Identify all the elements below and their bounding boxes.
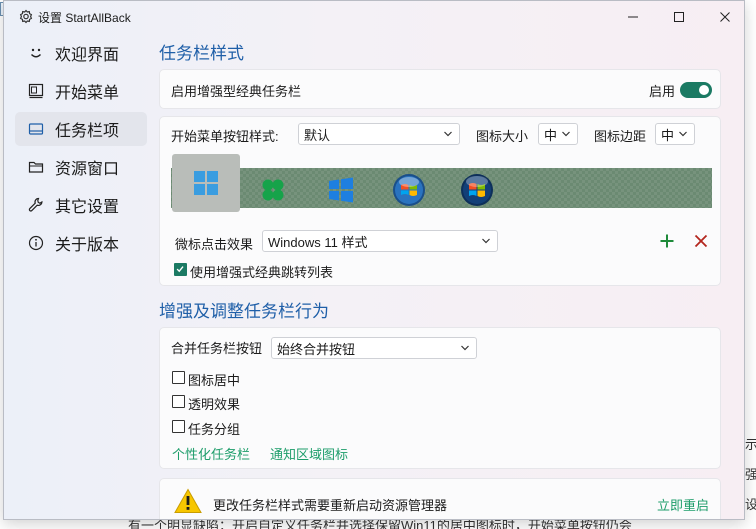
chevron-down-icon xyxy=(461,345,469,351)
maximize-button[interactable] xyxy=(656,1,702,33)
grouping-checkbox[interactable] xyxy=(172,420,185,433)
icon-margin-label: 图标边距 xyxy=(594,129,647,144)
background-char: 示 xyxy=(745,437,756,452)
center-icons-checkbox[interactable] xyxy=(172,371,185,384)
sidebar-item-label: 关于版本 xyxy=(55,237,120,254)
start-orb-option-win7[interactable] xyxy=(375,168,443,212)
sidebar-item-label: 欢迎界面 xyxy=(55,47,120,64)
close-button[interactable] xyxy=(702,1,744,33)
start-orb-option-vista[interactable] xyxy=(443,168,511,212)
window-title: 设置 StartAllBack xyxy=(38,11,131,25)
start-orb-option-win10[interactable] xyxy=(307,168,375,212)
sidebar-item-about[interactable]: 关于版本 xyxy=(15,226,147,260)
chevron-down-icon xyxy=(482,238,490,244)
click-effect-label: 微标点击效果 xyxy=(175,237,254,252)
start-orb-option-win11[interactable] xyxy=(172,154,240,212)
icon-size-label: 图标大小 xyxy=(476,129,529,144)
chevron-down-icon xyxy=(444,131,452,137)
chevron-down-icon xyxy=(679,131,687,137)
start-menu-icon xyxy=(27,82,45,100)
start-orb-option-clover[interactable] xyxy=(239,168,307,212)
restart-notice-card: 更改任务栏样式需要重新启动资源管理器 立即重启 xyxy=(159,478,721,519)
background-article-side: 示 强 设 xyxy=(745,430,756,520)
combine-buttons-label: 合并任务栏按钮 xyxy=(171,341,263,356)
icon-size-select[interactable]: 中 xyxy=(538,123,578,145)
taskbar-behavior-card: 合并任务栏按钮 始终合并按钮 图标居中 透明效果 任务分组 个性化任务栏 通知区… xyxy=(159,327,721,469)
combine-buttons-value: 始终合并按钮 xyxy=(277,341,356,357)
clover-logo-icon xyxy=(262,179,284,201)
sidebar-item-other-settings[interactable]: 其它设置 xyxy=(15,188,147,222)
enhanced-taskbar-toggle[interactable] xyxy=(680,82,712,98)
sidebar-item-label: 开始菜单 xyxy=(55,85,120,102)
add-icon[interactable] xyxy=(659,233,675,249)
settings-app-icon xyxy=(19,9,33,24)
sidebar-item-taskbar[interactable]: 任务栏项 xyxy=(15,112,147,146)
toggle-knob xyxy=(699,85,709,95)
win10-logo-icon xyxy=(329,177,353,203)
click-effect-value: Windows 11 样式 xyxy=(268,234,368,250)
background-char: 设 xyxy=(745,497,756,512)
restart-notice-text: 更改任务栏样式需要重新启动资源管理器 xyxy=(213,498,448,513)
start-button-style-label: 开始菜单按钮样式: xyxy=(171,129,279,144)
sidebar-item-label: 其它设置 xyxy=(55,199,120,216)
sidebar-item-explorer[interactable]: 资源窗口 xyxy=(15,150,147,184)
start-button-style-value: 默认 xyxy=(304,127,331,143)
jump-list-label: 使用增强式经典跳转列表 xyxy=(190,265,334,280)
enabled-label: 启用 xyxy=(649,84,676,99)
checkmark-icon xyxy=(176,266,184,273)
personalize-taskbar-link[interactable]: 个性化任务栏 xyxy=(172,444,250,463)
enhanced-taskbar-label: 启用增强型经典任务栏 xyxy=(171,84,302,99)
icon-margin-select[interactable]: 中 xyxy=(655,123,695,145)
notification-area-icons-link[interactable]: 通知区域图标 xyxy=(270,444,348,463)
smiley-icon xyxy=(27,44,45,62)
jump-list-checkbox[interactable] xyxy=(174,263,187,276)
minimize-icon xyxy=(628,16,638,18)
grouping-label: 任务分组 xyxy=(188,422,241,437)
win7-orb-icon xyxy=(393,174,425,206)
wrench-icon xyxy=(27,196,45,214)
folder-icon xyxy=(27,158,45,176)
sidebar-item-label: 任务栏项 xyxy=(55,123,120,140)
close-icon xyxy=(720,12,730,22)
win11-logo-icon xyxy=(194,171,218,195)
start-button-style-select[interactable]: 默认 xyxy=(298,123,460,145)
icon-margin-value: 中 xyxy=(661,127,675,143)
background-char: 强 xyxy=(745,467,756,482)
sidebar-item-start-menu[interactable]: 开始菜单 xyxy=(15,74,147,108)
minimize-button[interactable] xyxy=(610,1,656,33)
vista-orb-icon xyxy=(461,174,493,206)
transparency-label: 透明效果 xyxy=(188,397,241,412)
maximize-icon xyxy=(674,12,684,22)
taskbar-icon xyxy=(27,120,45,138)
chevron-down-icon xyxy=(562,131,570,137)
restart-now-link[interactable]: 立即重启 xyxy=(657,495,709,514)
info-icon xyxy=(27,234,45,252)
warning-icon xyxy=(174,488,202,513)
settings-window: 设置 StartAllBack 欢迎界面 开始菜单 任务栏项 资源窗口 其它设置… xyxy=(3,0,745,520)
taskbar-style-card: 开始菜单按钮样式: 默认 图标大小 中 图标边距 中 微标点击效果 Window… xyxy=(159,116,721,286)
sidebar-item-welcome[interactable]: 欢迎界面 xyxy=(15,36,147,70)
icon-size-value: 中 xyxy=(544,127,558,143)
remove-icon[interactable] xyxy=(694,234,708,248)
transparency-checkbox[interactable] xyxy=(172,395,185,408)
section-title-taskbar-behavior: 增强及调整任务栏行为 xyxy=(159,302,329,321)
center-icons-label: 图标居中 xyxy=(188,373,241,388)
enhanced-taskbar-card: 启用增强型经典任务栏 启用 xyxy=(159,69,721,109)
sidebar-item-label: 资源窗口 xyxy=(55,161,120,178)
click-effect-select[interactable]: Windows 11 样式 xyxy=(262,230,498,252)
section-title-taskbar-style: 任务栏样式 xyxy=(159,44,244,63)
start-button-preview-strip xyxy=(171,154,712,212)
combine-buttons-select[interactable]: 始终合并按钮 xyxy=(271,337,477,359)
